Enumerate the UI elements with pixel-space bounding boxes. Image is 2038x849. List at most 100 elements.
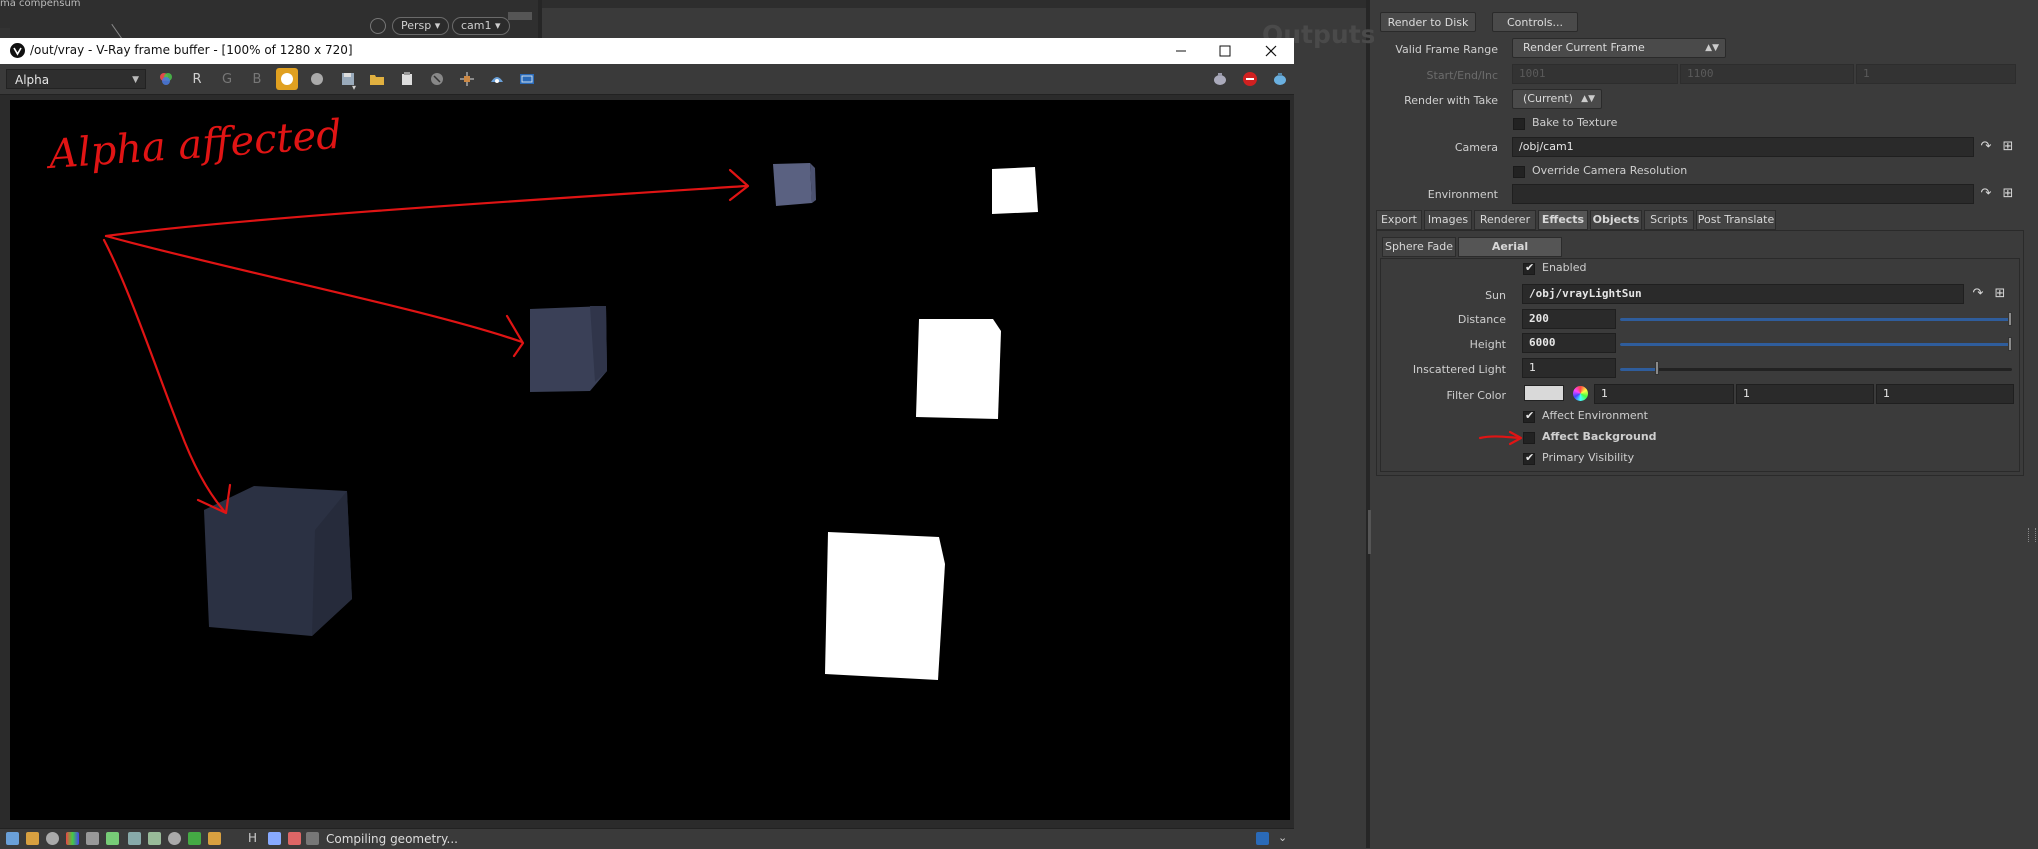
environment-field[interactable]: [1512, 184, 1974, 204]
viewport-label: ma compensum: [0, 0, 81, 9]
height-slider[interactable]: [1620, 343, 2012, 346]
override-camera-resolution-checkbox[interactable]: [1513, 166, 1525, 178]
channel-g-button[interactable]: G: [217, 70, 237, 88]
tab-post-translate[interactable]: Post Translate: [1696, 210, 1776, 230]
color-correction-icon[interactable]: [66, 832, 79, 845]
color-wheel-icon[interactable]: [1573, 386, 1588, 401]
sun-field[interactable]: /obj/vrayLightSun: [1522, 284, 1964, 304]
channel-r-button[interactable]: R: [187, 70, 207, 88]
settings-gear-icon[interactable]: [168, 832, 181, 845]
lut-icon[interactable]: [26, 832, 39, 845]
background-image-icon[interactable]: [188, 832, 201, 845]
pixel-info-icon[interactable]: [288, 832, 301, 845]
tab-export[interactable]: Export: [1376, 210, 1422, 230]
end-frame-field: 1100: [1680, 64, 1854, 84]
levels-icon[interactable]: [86, 832, 99, 845]
render-to-disk-button[interactable]: Render to Disk: [1380, 12, 1476, 32]
maximize-button[interactable]: [1202, 38, 1248, 64]
tab-renderer[interactable]: Renderer: [1474, 210, 1536, 230]
curves-icon[interactable]: [106, 832, 119, 845]
render-with-take-menu[interactable]: (Current) ▲▼: [1512, 89, 1602, 109]
frame-buffer-statusbar: H Compiling geometry... ⌄: [0, 828, 1294, 849]
panel-resize-grip[interactable]: [2028, 528, 2036, 542]
frame-buffer-titlebar[interactable]: /out/vray - V-Ray frame buffer - [100% o…: [0, 38, 1294, 64]
tab-objects[interactable]: Objects: [1590, 210, 1642, 230]
distance-slider-handle[interactable]: [2008, 312, 2012, 326]
jump-to-node-icon[interactable]: ↷: [1978, 186, 1994, 202]
stop-render-icon[interactable]: [1240, 70, 1260, 88]
subtab-aerial-perspective[interactable]: Aerial Perspective: [1458, 237, 1562, 271]
alpha-circle-icon: [281, 73, 293, 85]
viewport-camera-menu[interactable]: cam1 ▾: [452, 17, 510, 35]
height-field[interactable]: 6000: [1522, 333, 1616, 353]
history-icon[interactable]: [6, 832, 19, 845]
color-channels-icon[interactable]: [156, 70, 176, 88]
node-chooser-icon[interactable]: ⊞: [1992, 286, 2008, 302]
chevron-down-icon[interactable]: ⌄: [1278, 831, 1287, 844]
bake-to-texture-checkbox[interactable]: [1513, 118, 1525, 130]
filter-color-r-field[interactable]: 1: [1594, 384, 1734, 404]
tab-scripts[interactable]: Scripts: [1644, 210, 1694, 230]
filter-color-swatch[interactable]: [1524, 385, 1564, 401]
render-with-take-label: Render with Take: [1404, 94, 1498, 107]
inscattered-light-field[interactable]: 1: [1522, 358, 1616, 378]
render-interactive-icon[interactable]: [1270, 70, 1290, 88]
test-resolution-icon[interactable]: [268, 832, 281, 845]
valid-frame-range-menu[interactable]: Render Current Frame ▲▼: [1512, 38, 1726, 58]
distance-slider[interactable]: [1620, 318, 2012, 321]
distance-field[interactable]: 200: [1522, 309, 1616, 329]
tab-effects[interactable]: Effects: [1538, 210, 1588, 230]
jump-to-node-icon[interactable]: ↷: [1970, 286, 1986, 302]
region-render-icon[interactable]: [457, 70, 477, 88]
open-folder-icon[interactable]: [367, 70, 387, 88]
close-button[interactable]: [1248, 38, 1294, 64]
chevron-down-icon[interactable]: ▾: [350, 78, 358, 96]
viewport-persp-menu[interactable]: Persp ▾: [392, 17, 450, 35]
channel-select[interactable]: Alpha ▼: [6, 69, 146, 89]
lock-icon[interactable]: [208, 832, 221, 845]
cube-far-right: [992, 167, 1038, 214]
exposure-icon[interactable]: [148, 832, 161, 845]
frame-buffer-toolbar: Alpha ▼ R G B ▾: [0, 64, 1294, 95]
minimize-button[interactable]: [1158, 38, 1204, 64]
camera-field[interactable]: /obj/cam1: [1512, 137, 1974, 157]
panel-toggle-icon[interactable]: [1256, 832, 1269, 845]
h-toggle-icon[interactable]: H: [248, 831, 257, 845]
lock-icon[interactable]: [370, 18, 386, 34]
clipboard-icon[interactable]: [397, 70, 417, 88]
clear-image-icon[interactable]: [427, 70, 447, 88]
controls-button[interactable]: Controls...: [1492, 12, 1578, 32]
pane-divider-right[interactable]: [1366, 0, 1370, 848]
affect-environment-checkbox[interactable]: [1523, 409, 1535, 423]
primary-visibility-checkbox[interactable]: [1523, 451, 1535, 465]
filter-color-b-field[interactable]: 1: [1876, 384, 2014, 404]
start-frame-field: 1001: [1512, 64, 1678, 84]
track-mouse-icon[interactable]: [487, 70, 507, 88]
inscattered-light-label: Inscattered Light: [1412, 363, 1506, 376]
inscattered-slider-handle[interactable]: [1655, 361, 1660, 375]
compare-icon[interactable]: [46, 832, 59, 845]
enabled-checkbox[interactable]: [1523, 261, 1535, 275]
annotation-strokes: [102, 168, 750, 515]
node-chooser-icon[interactable]: ⊞: [2000, 186, 2016, 202]
pane-resize-grip[interactable]: [1368, 510, 1371, 554]
filter-color-label: Filter Color: [1446, 389, 1506, 402]
jump-to-node-icon[interactable]: ↷: [1978, 139, 1994, 155]
filter-color-g-field[interactable]: 1: [1736, 384, 1874, 404]
tab-images[interactable]: Images: [1424, 210, 1472, 230]
channel-b-button[interactable]: B: [247, 70, 267, 88]
affect-background-checkbox[interactable]: [1523, 432, 1535, 444]
render-canvas[interactable]: Alpha affected: [10, 100, 1290, 820]
height-slider-fill: [1620, 343, 2012, 346]
lens-effects-icon[interactable]: [517, 70, 537, 88]
histogram-icon[interactable]: [128, 832, 141, 845]
mono-icon[interactable]: [307, 70, 327, 88]
height-slider-handle[interactable]: [2008, 337, 2012, 351]
node-chooser-icon[interactable]: ⊞: [2000, 139, 2016, 155]
stamp-icon[interactable]: [306, 832, 319, 845]
alpha-view-button[interactable]: [276, 68, 298, 90]
viewport-scroll-handle[interactable]: [508, 12, 532, 20]
subtab-sphere-fade[interactable]: Sphere Fade: [1382, 237, 1456, 257]
inscattered-light-slider[interactable]: [1620, 368, 2012, 371]
render-teapot-icon[interactable]: [1210, 70, 1230, 88]
